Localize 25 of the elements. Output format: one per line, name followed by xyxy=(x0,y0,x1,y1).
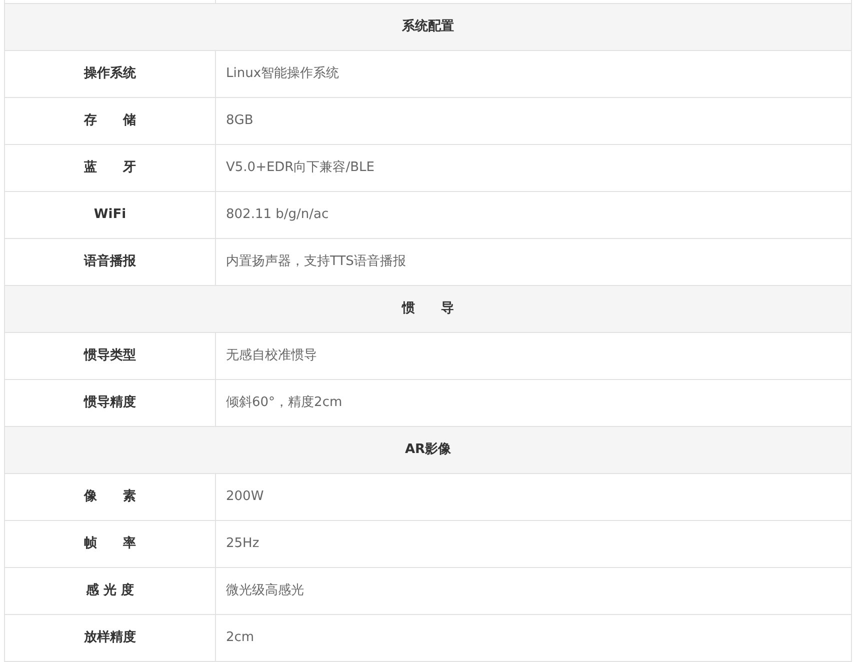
section-header: AR影像 xyxy=(4,426,852,473)
spec-label: 帧 率 xyxy=(4,520,216,567)
section-header: 系统配置 xyxy=(4,3,852,50)
spec-value: 内置扬声器，支持TTS语音播报 xyxy=(216,238,852,285)
spec-label: 蓝 牙 xyxy=(4,144,216,191)
spec-label: 语音播报 xyxy=(4,238,216,285)
spec-label: 放样精度 xyxy=(4,614,216,661)
spec-value: Linux智能操作系统 xyxy=(216,50,852,97)
spec-value: 倾斜60°，精度2cm xyxy=(216,379,852,426)
spec-value: 25Hz xyxy=(216,520,852,567)
spec-value: 微光级高感光 xyxy=(216,567,852,614)
spec-label: 惯导精度 xyxy=(4,379,216,426)
section-header: 惯 导 xyxy=(4,285,852,332)
spec-label: 存 储 xyxy=(4,97,216,144)
spec-value: 2cm xyxy=(216,614,852,661)
spec-label: 像 素 xyxy=(4,473,216,520)
spec-value: 200W xyxy=(216,473,852,520)
spec-label: 惯导类型 xyxy=(4,332,216,379)
spec-label: 操作系统 xyxy=(4,50,216,97)
spec-label: WiFi xyxy=(4,191,216,238)
spec-value: 802.11 b/g/n/ac xyxy=(216,191,852,238)
spec-label: 感 光 度 xyxy=(4,567,216,614)
spec-value: 无感自校准惯导 xyxy=(216,332,852,379)
spec-value: V5.0+EDR向下兼容/BLE xyxy=(216,144,852,191)
spec-value: 8GB xyxy=(216,97,852,144)
